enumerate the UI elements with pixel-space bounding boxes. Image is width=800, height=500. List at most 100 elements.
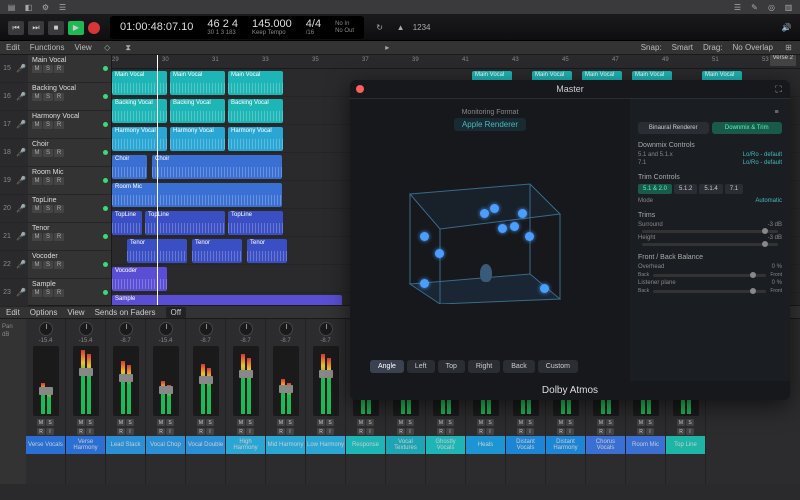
region[interactable]: Main Vocal <box>228 71 283 95</box>
region[interactable]: Main Vocal <box>112 71 167 95</box>
trim-mode-select[interactable]: Automatic <box>755 198 782 204</box>
mute-button[interactable]: M <box>32 289 42 297</box>
mute-button[interactable]: M <box>32 65 42 73</box>
mute-button[interactable]: M <box>277 419 285 426</box>
solo-button[interactable]: S <box>43 93 53 101</box>
countin-icon[interactable]: 1234 <box>416 22 427 33</box>
mute-button[interactable]: M <box>237 419 245 426</box>
lcd-display[interactable]: 01:00:48:07.10 46 2 430 1 3 183 145.000K… <box>110 16 364 39</box>
solo-button[interactable]: S <box>286 419 294 426</box>
mixer-view-menu[interactable]: View <box>67 308 84 317</box>
cycle-icon[interactable]: ↻ <box>374 22 385 33</box>
input-button[interactable]: I <box>566 428 574 435</box>
solo-button[interactable]: S <box>366 419 374 426</box>
channel-strip[interactable]: -8.7 M S R I Mid Harmony <box>266 319 306 484</box>
input-button[interactable]: I <box>526 428 534 435</box>
channel-name[interactable]: High Harmony <box>226 436 265 454</box>
mute-button[interactable]: M <box>32 205 42 213</box>
atmos-cube[interactable] <box>390 154 580 304</box>
mute-button[interactable]: M <box>597 419 605 426</box>
solo-button[interactable]: S <box>43 121 53 129</box>
track-type-icon[interactable]: 🎤 <box>14 139 28 166</box>
channel-strip[interactable]: -15.4 M S R I Verse Harmony <box>66 319 106 484</box>
mixer-edit-menu[interactable]: Edit <box>6 308 20 317</box>
expand-icon[interactable]: ⛶ <box>773 84 784 95</box>
pan-knob[interactable] <box>39 322 53 336</box>
track-type-icon[interactable]: 🎤 <box>14 223 28 250</box>
mute-button[interactable]: M <box>477 419 485 426</box>
mute-button[interactable]: M <box>32 261 42 269</box>
region[interactable]: Harmony Vocal <box>228 127 283 151</box>
region[interactable]: Harmony Vocal <box>170 127 225 151</box>
fader-cap[interactable] <box>39 387 53 395</box>
solo-button[interactable]: S <box>43 149 53 157</box>
functions-menu[interactable]: Functions <box>30 43 65 52</box>
track-color-dot[interactable] <box>103 122 108 127</box>
browser-icon[interactable]: ▥ <box>783 2 794 13</box>
track-name[interactable]: Sample <box>32 281 107 288</box>
record-button[interactable]: R <box>77 428 85 435</box>
region[interactable]: TopLine <box>112 211 142 235</box>
record-button[interactable]: R <box>117 428 125 435</box>
solo-button[interactable]: S <box>446 419 454 426</box>
record-enable-button[interactable]: R <box>54 149 64 157</box>
region[interactable]: Main Vocal <box>170 71 225 95</box>
channel-name[interactable]: Heals <box>466 436 505 454</box>
record-button[interactable] <box>88 22 100 34</box>
mute-button[interactable]: M <box>32 93 42 101</box>
input-button[interactable]: I <box>286 428 294 435</box>
track-name[interactable]: Main Vocal <box>32 57 107 64</box>
pan-knob[interactable] <box>79 322 93 336</box>
mute-button[interactable]: M <box>77 419 85 426</box>
channel-name[interactable]: Response <box>346 436 385 454</box>
track-type-icon[interactable]: 🎤 <box>14 167 28 194</box>
input-button[interactable]: I <box>686 428 694 435</box>
view-angle-button[interactable]: Angle <box>370 360 404 373</box>
fader[interactable] <box>193 346 219 416</box>
fader[interactable] <box>153 346 179 416</box>
track-name[interactable]: Tenor <box>32 225 107 232</box>
view-left-button[interactable]: Left <box>407 360 435 373</box>
drag-value[interactable]: No Overlap <box>733 43 773 52</box>
mute-button[interactable]: M <box>677 419 685 426</box>
record-button[interactable]: R <box>197 428 205 435</box>
format-button[interactable]: 5.1 & 2.0 <box>638 184 672 194</box>
track-header[interactable]: 19 🎤 Room Mic M S R <box>0 167 111 195</box>
overhead-slider[interactable] <box>653 274 766 277</box>
sends-faders-toggle[interactable]: Off <box>166 307 187 318</box>
region[interactable]: Backing Vocal <box>170 99 225 123</box>
channel-strip[interactable]: -8.7 M S R I Lead Stack <box>106 319 146 484</box>
fader[interactable] <box>313 346 339 416</box>
input-button[interactable]: I <box>406 428 414 435</box>
channel-name[interactable]: Verse Vocals <box>26 436 65 454</box>
mute-button[interactable]: M <box>637 419 645 426</box>
view-top-button[interactable]: Top <box>438 360 465 373</box>
record-button[interactable]: R <box>237 428 245 435</box>
listener-slider[interactable] <box>653 290 766 293</box>
record-enable-button[interactable]: R <box>54 93 64 101</box>
mute-button[interactable]: M <box>37 419 45 426</box>
record-enable-button[interactable]: R <box>54 233 64 241</box>
rewind-button[interactable]: ⏮ <box>8 21 24 35</box>
pan-knob[interactable] <box>319 322 333 336</box>
mute-button[interactable]: M <box>32 177 42 185</box>
atmos-object[interactable] <box>420 279 429 288</box>
zoom-icon[interactable]: ⊞ <box>783 42 794 53</box>
pointer-tool-icon[interactable]: ▸ <box>382 42 393 53</box>
fader-cap[interactable] <box>119 374 133 382</box>
input-button[interactable]: I <box>326 428 334 435</box>
input-button[interactable]: I <box>646 428 654 435</box>
track-color-dot[interactable] <box>103 262 108 267</box>
format-button[interactable]: 5.1.4 <box>699 184 722 194</box>
region[interactable]: TopLine <box>228 211 283 235</box>
atmos-object[interactable] <box>490 204 499 213</box>
record-button[interactable]: R <box>677 428 685 435</box>
track-color-dot[interactable] <box>103 234 108 239</box>
region[interactable]: Backing Vocal <box>228 99 283 123</box>
channel-name[interactable]: Lead Stack <box>106 436 145 454</box>
pan-knob[interactable] <box>199 322 213 336</box>
atmos-object[interactable] <box>498 224 507 233</box>
solo-button[interactable]: S <box>566 419 574 426</box>
channel-name[interactable]: Chorus Vocals <box>586 436 625 454</box>
region[interactable]: Tenor <box>192 239 242 263</box>
